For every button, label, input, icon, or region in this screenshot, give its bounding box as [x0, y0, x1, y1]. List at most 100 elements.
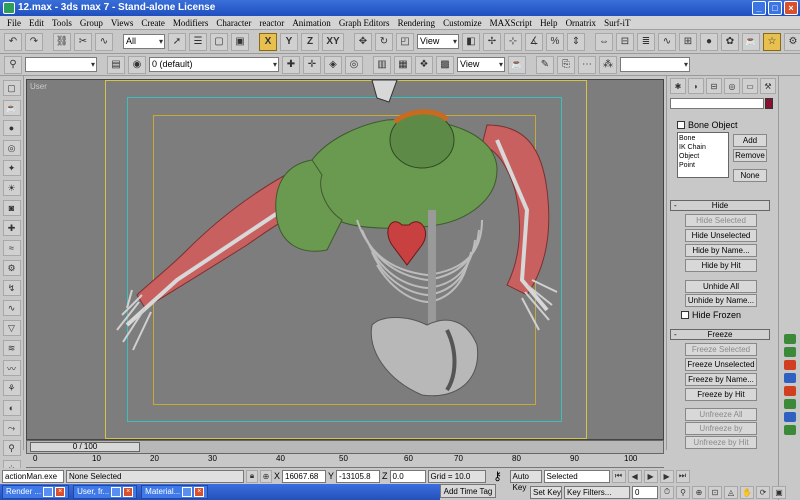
- menu-ornatrix[interactable]: Ornatrix: [562, 18, 601, 28]
- reference-coordinate-dropdown[interactable]: View: [417, 34, 459, 49]
- hide-by-hit-button[interactable]: Hide by Hit: [685, 259, 757, 272]
- remove-button[interactable]: Remove: [733, 149, 767, 162]
- layer-icon[interactable]: ▤: [107, 55, 125, 74]
- extra-dropdown[interactable]: [620, 57, 690, 72]
- red-plugin-icon[interactable]: [783, 386, 796, 396]
- axis-y-button[interactable]: Y: [280, 32, 298, 51]
- visibility-icon[interactable]: ◉: [128, 55, 146, 74]
- time-slider-track[interactable]: 0 / 100: [26, 440, 664, 454]
- unhide-all-button[interactable]: Unhide All: [685, 280, 757, 293]
- object-type-list[interactable]: Bone IK Chain Object Point: [677, 132, 729, 178]
- maximize-button[interactable]: □: [768, 1, 782, 15]
- add-button[interactable]: Add: [733, 134, 767, 147]
- set-current-layer-icon[interactable]: ◎: [345, 55, 363, 74]
- array-icon[interactable]: ⁂: [599, 55, 617, 74]
- redo-icon[interactable]: ↷: [25, 32, 43, 51]
- freeze-rollout-header[interactable]: - Freeze: [670, 329, 770, 340]
- hierarchy-tab-icon[interactable]: ⊟: [706, 78, 722, 94]
- paint-icon[interactable]: ✎: [536, 55, 554, 74]
- key-icon[interactable]: ⚷: [488, 469, 508, 483]
- axis-z-button[interactable]: Z: [301, 32, 319, 51]
- minimize-button[interactable]: _: [752, 1, 766, 15]
- freeze-selected-button[interactable]: Freeze Selected: [685, 343, 757, 356]
- color-palette-icon[interactable]: ❖: [415, 55, 433, 74]
- move-icon[interactable]: ✥: [354, 32, 372, 51]
- noise-icon[interactable]: ≋: [2, 340, 21, 356]
- arc-rotate-icon[interactable]: ⟳: [756, 485, 770, 499]
- unfreeze-by-hit-button[interactable]: Unfreeze by Hit: [685, 436, 757, 449]
- new-layer-icon[interactable]: ✚: [282, 55, 300, 74]
- spacing-icon[interactable]: ⋯: [578, 55, 596, 74]
- green-plugin-icon[interactable]: [783, 399, 796, 409]
- go-to-end-icon[interactable]: ⏭: [675, 469, 690, 483]
- time-config-icon[interactable]: ⏱: [660, 485, 674, 499]
- named-selection-icon[interactable]: ⚲: [4, 55, 22, 74]
- freeze-unselected-button[interactable]: Freeze Unselected: [685, 358, 757, 371]
- next-frame-icon[interactable]: ▶: [659, 469, 674, 483]
- axis-xy-button[interactable]: XY: [322, 32, 344, 51]
- select-link-icon[interactable]: ⛓: [53, 32, 71, 51]
- light-icon[interactable]: ☀: [2, 180, 21, 196]
- maximize-viewport-icon[interactable]: ▣: [772, 485, 786, 499]
- pan-icon[interactable]: ✋: [740, 485, 754, 499]
- curve-editor-icon[interactable]: ∿: [658, 32, 676, 51]
- motion-tab-icon[interactable]: ◎: [724, 78, 740, 94]
- zoom-extents-icon[interactable]: ⊡: [708, 485, 722, 499]
- render-icon[interactable]: ▩: [436, 55, 454, 74]
- pivot-center-icon[interactable]: ◧: [462, 32, 480, 51]
- unfreeze-by-name-button[interactable]: Unfreeze by Name...: [685, 422, 757, 444]
- layer-dropdown[interactable]: 0 (default): [149, 57, 279, 72]
- align-icon[interactable]: ⊟: [616, 32, 634, 51]
- wave-icon[interactable]: 〰: [2, 360, 21, 376]
- green-plugin-icon[interactable]: [783, 425, 796, 435]
- current-frame-field[interactable]: 0: [632, 485, 658, 499]
- absolute-mode-icon[interactable]: ⊕: [260, 469, 272, 483]
- bind-space-warp-icon[interactable]: ∿: [95, 32, 113, 51]
- quick-render-icon[interactable]: ☕: [742, 32, 760, 51]
- system-icon[interactable]: ⚙: [2, 260, 21, 276]
- close-icon[interactable]: ×: [55, 487, 66, 497]
- field-of-view-icon[interactable]: ◬: [724, 485, 738, 499]
- teapot-icon[interactable]: ☕: [508, 55, 526, 74]
- lock-icon[interactable]: 🔒︎: [246, 469, 258, 483]
- unlink-icon[interactable]: ✂: [74, 32, 92, 51]
- menu-modifiers[interactable]: Modifiers: [169, 18, 213, 28]
- skin-icon[interactable]: ⚘: [2, 380, 21, 396]
- selection-filter-dropdown[interactable]: All: [123, 34, 165, 49]
- menu-views[interactable]: Views: [107, 18, 137, 28]
- freeze-by-hit-button[interactable]: Freeze by Hit: [685, 388, 757, 401]
- mirror-icon[interactable]: ⇔: [595, 32, 613, 51]
- manipulate-icon[interactable]: ✢: [483, 32, 501, 51]
- blue-plugin-icon[interactable]: [783, 412, 796, 422]
- taskbar-render-window[interactable]: Render ... ×: [2, 485, 70, 499]
- blue-plugin-icon[interactable]: [783, 373, 796, 383]
- menu-tools[interactable]: Tools: [48, 18, 76, 28]
- select-object-icon[interactable]: ➚: [168, 32, 186, 51]
- taskbar-material-editor[interactable]: Material... ×: [141, 485, 209, 499]
- unhide-by-name-button[interactable]: Unhide by Name...: [685, 294, 757, 307]
- taskbar-user-viewport[interactable]: User, fr... ×: [73, 485, 138, 499]
- object-name-field[interactable]: [670, 98, 764, 109]
- select-layer-icon[interactable]: ◈: [324, 55, 342, 74]
- snap-toggle-icon[interactable]: ⊹: [504, 32, 522, 51]
- hide-by-name-button[interactable]: Hide by Name...: [685, 244, 757, 257]
- menu-group[interactable]: Group: [76, 18, 107, 28]
- list-item[interactable]: IK Chain Object: [679, 143, 727, 161]
- red-plugin-icon[interactable]: [783, 360, 796, 370]
- snapshot-icon[interactable]: ⎘: [557, 55, 575, 74]
- menu-edit[interactable]: Edit: [25, 18, 48, 28]
- zoom-all-icon[interactable]: ⊕: [692, 485, 706, 499]
- green-plugin-icon[interactable]: [783, 334, 796, 344]
- layer-manager-icon[interactable]: ≣: [637, 32, 655, 51]
- menu-character[interactable]: Character: [212, 18, 255, 28]
- object-color-swatch[interactable]: [765, 98, 773, 109]
- window-crossing-icon[interactable]: ▣: [231, 32, 249, 51]
- spacewarp-icon[interactable]: ≈: [2, 240, 21, 256]
- menu-help[interactable]: Help: [536, 18, 562, 28]
- add-time-tag-button[interactable]: Add Time Tag: [440, 484, 496, 498]
- render-scene-icon[interactable]: ✿: [721, 32, 739, 51]
- close-icon[interactable]: ×: [123, 487, 134, 497]
- key-filters-button[interactable]: Key Filters...: [564, 485, 630, 499]
- auto-key-button[interactable]: Auto Key: [509, 469, 542, 492]
- hide-frozen-checkbox[interactable]: Hide Frozen: [671, 308, 771, 322]
